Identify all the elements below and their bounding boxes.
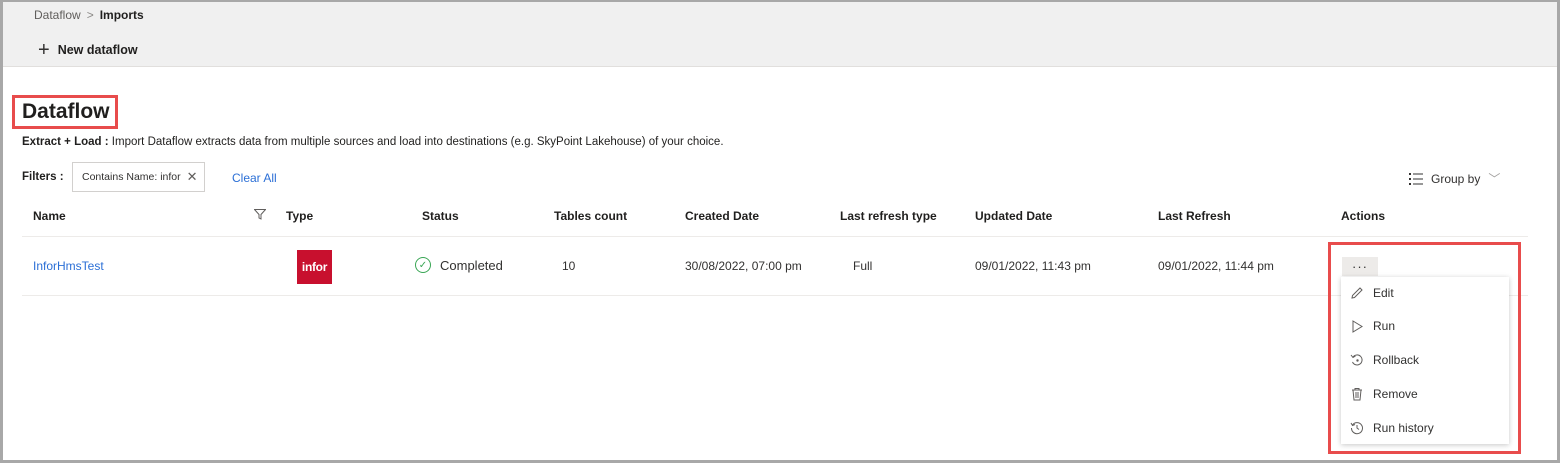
trash-icon <box>1349 386 1365 402</box>
menu-item-remove[interactable]: Remove <box>1349 386 1418 402</box>
top-command-bar: Dataflow > Imports + New dataflow <box>3 2 1557 67</box>
page-description: Extract + Load : Import Dataflow extract… <box>22 136 724 148</box>
updated-date-cell: 09/01/2022, 11:43 pm <box>975 259 1091 273</box>
close-icon[interactable]: ✕ <box>187 169 198 185</box>
more-actions-button[interactable]: ··· <box>1342 257 1378 276</box>
column-header-type[interactable]: Type <box>286 209 313 223</box>
filter-chip[interactable]: Contains Name: infor ✕ <box>72 162 205 192</box>
last-refresh-type-cell: Full <box>853 259 873 273</box>
menu-item-label: Edit <box>1373 286 1394 300</box>
tables-count-cell: 10 <box>562 259 576 273</box>
column-header-name[interactable]: Name <box>33 209 66 223</box>
group-by-dropdown[interactable]: Group by ﹀ <box>1409 170 1500 187</box>
infor-logo: infor <box>297 250 332 284</box>
play-icon <box>1349 318 1365 334</box>
menu-item-edit[interactable]: Edit <box>1349 285 1394 301</box>
filter-icon[interactable] <box>254 209 266 220</box>
breadcrumb-dataflow[interactable]: Dataflow <box>34 8 81 22</box>
column-header-actions: Actions <box>1341 209 1386 223</box>
group-by-label: Group by <box>1431 171 1481 186</box>
status-cell: ✓ Completed <box>415 257 503 273</box>
menu-item-rollback[interactable]: Rollback <box>1349 352 1419 368</box>
chevron-right-icon: > <box>86 8 94 22</box>
column-header-last-refresh[interactable]: Last Refresh <box>1158 209 1231 223</box>
column-header-tables-count[interactable]: Tables count <box>554 209 627 223</box>
menu-item-label: Run history <box>1373 421 1434 435</box>
window-frame <box>0 0 1560 463</box>
status-text: Completed <box>440 257 503 273</box>
new-dataflow-button[interactable]: + New dataflow <box>38 39 138 61</box>
check-circle-icon: ✓ <box>415 257 431 273</box>
menu-item-label: Run <box>1373 319 1396 333</box>
menu-item-label: Rollback <box>1373 353 1420 367</box>
last-refresh-cell: 09/01/2022, 11:44 pm <box>1158 259 1274 273</box>
dataflow-name-link[interactable]: InforHmsTest <box>33 259 104 273</box>
clear-all-link[interactable]: Clear All <box>232 171 277 185</box>
column-header-status[interactable]: Status <box>422 209 459 223</box>
page-title: Dataflow <box>22 100 110 123</box>
history-icon <box>1349 420 1365 436</box>
filters-label: Filters : <box>22 171 64 183</box>
column-header-updated-date[interactable]: Updated Date <box>975 209 1052 223</box>
actions-menu: Edit Run Rollback Remove Run history <box>1341 277 1509 444</box>
rollback-icon <box>1349 352 1365 368</box>
plus-icon: + <box>38 39 50 61</box>
new-dataflow-label: New dataflow <box>57 43 138 57</box>
menu-item-label: Remove <box>1373 387 1418 401</box>
breadcrumb-imports: Imports <box>99 8 144 22</box>
menu-item-run-history[interactable]: Run history <box>1349 420 1434 436</box>
column-header-created-date[interactable]: Created Date <box>685 209 759 223</box>
chevron-down-icon: ﹀ <box>1488 172 1501 186</box>
column-header-last-refresh-type[interactable]: Last refresh type <box>840 209 937 223</box>
description-label: Extract + Load : <box>22 136 109 148</box>
pencil-icon <box>1349 285 1365 301</box>
menu-item-run[interactable]: Run <box>1349 318 1395 334</box>
created-date-cell: 30/08/2022, 07:00 pm <box>685 259 802 273</box>
list-icon <box>1409 172 1423 185</box>
row-divider <box>22 295 1528 296</box>
header-divider <box>22 236 1528 237</box>
breadcrumb: Dataflow > Imports <box>34 8 144 22</box>
description-text: Import Dataflow extracts data from multi… <box>108 136 724 148</box>
filter-chip-label: Contains Name: infor <box>82 171 181 183</box>
